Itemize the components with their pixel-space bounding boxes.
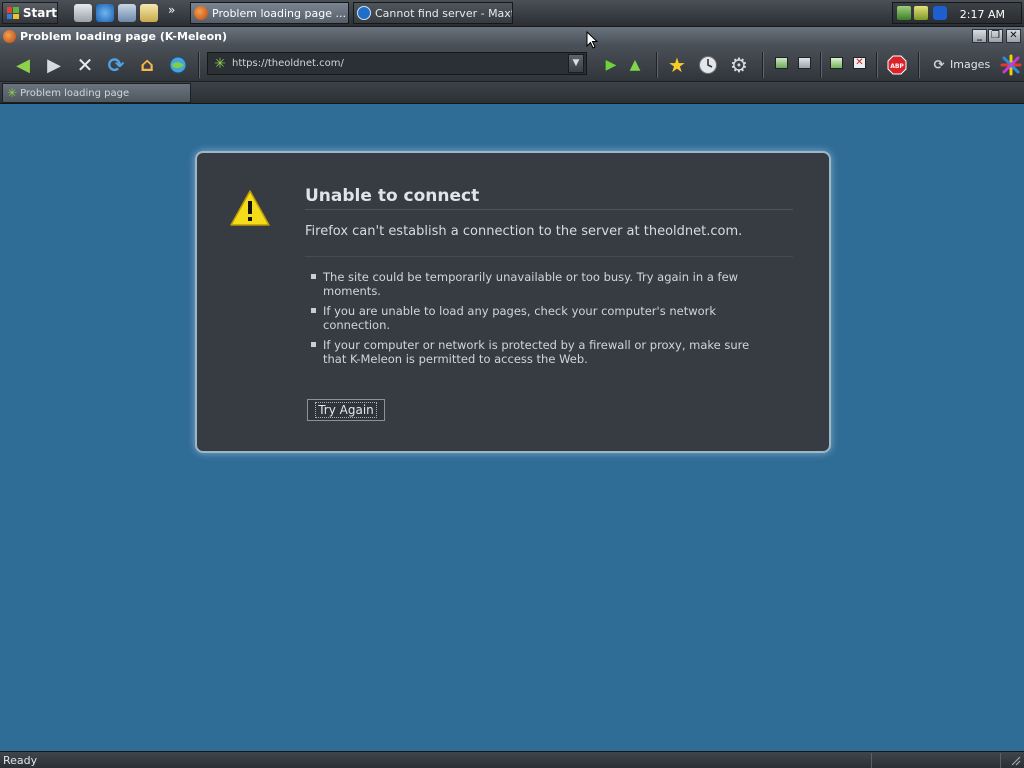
tab-bar: ✳ Problem loading page [0, 82, 1024, 104]
error-title: Unable to connect [305, 186, 480, 206]
suggestion-list: The site could be temporarily unavailabl… [311, 270, 771, 372]
go-icon[interactable]: ▶ [600, 54, 622, 76]
forward-icon[interactable]: ▶ [43, 54, 65, 76]
start-label: Start [22, 6, 57, 20]
page-loading-icon: ✳ [7, 86, 18, 100]
close-tab-icon[interactable]: ✕ [853, 57, 866, 69]
task-label: Cannot find server - Maxt... [375, 6, 513, 20]
kmeleon-icon [3, 30, 16, 43]
url-input[interactable] [232, 58, 568, 69]
network-icon[interactable] [897, 6, 911, 20]
tab-forward-icon[interactable] [798, 57, 811, 69]
start-button[interactable]: Start [2, 2, 58, 24]
window-titlebar: Problem loading page (K-Meleon) [0, 27, 1024, 46]
taskbar: Start » Problem loading page ... Cannot … [0, 0, 1024, 27]
reload-icon[interactable]: ⟳ [105, 53, 127, 77]
error-dialog: Unable to connect Firefox can't establis… [195, 151, 831, 453]
quicklaunch-chevron-icon[interactable]: » [168, 3, 175, 17]
divider [305, 256, 793, 257]
kmeleon-throbber-icon [1000, 54, 1022, 76]
status-separator [871, 753, 872, 768]
images-label[interactable]: Images [950, 58, 990, 71]
bookmarks-star-icon[interactable]: ★ [666, 53, 688, 77]
list-item: If your computer or network is protected… [311, 338, 771, 366]
search-icon[interactable] [140, 4, 158, 22]
outlook-express-icon[interactable] [118, 4, 136, 22]
try-again-label: Try Again [315, 402, 377, 418]
stop-icon[interactable]: ✕ [74, 53, 96, 77]
history-clock-icon[interactable] [697, 54, 719, 76]
status-separator [1000, 753, 1001, 768]
up-icon[interactable]: ▲ [624, 54, 646, 76]
home-icon[interactable]: ⌂ [136, 54, 158, 76]
svg-text:ABP: ABP [890, 63, 904, 70]
error-description: Firefox can't establish a connection to … [305, 224, 743, 239]
windows-logo-icon [7, 7, 19, 19]
adblock-abp-icon[interactable]: ABP [886, 54, 908, 76]
page-loading-icon: ✳ [214, 55, 226, 72]
task-label: Problem loading page ... [212, 6, 346, 20]
window-title: Problem loading page (K-Meleon) [20, 30, 228, 43]
show-desktop-icon[interactable] [74, 4, 92, 22]
new-tab-icon[interactable] [830, 57, 843, 69]
globe-icon[interactable] [167, 54, 189, 76]
url-dropdown-icon[interactable]: ▼ [568, 54, 584, 73]
maxthon-icon [357, 6, 371, 20]
tab-label: Problem loading page [20, 87, 130, 99]
restore-button[interactable]: ❐ [988, 29, 1003, 43]
resize-grip-icon[interactable] [1009, 754, 1021, 766]
system-tray: 2:17 AM [892, 2, 1022, 24]
mouse-cursor-icon [586, 31, 598, 49]
status-text: Ready [3, 754, 38, 767]
warning-icon [230, 190, 270, 226]
clock: 2:17 AM [959, 8, 1005, 21]
status-bar: Ready [0, 751, 1024, 768]
settings-gear-icon[interactable]: ⚙ [728, 53, 750, 77]
kmeleon-icon [194, 6, 208, 20]
minimize-button[interactable]: _ [972, 29, 987, 43]
volume-icon[interactable] [914, 6, 928, 20]
list-item: If you are unable to load any pages, che… [311, 304, 771, 332]
divider [305, 209, 793, 210]
try-again-button[interactable]: Try Again [307, 399, 385, 421]
task-button-maxthon[interactable]: Cannot find server - Maxt... [353, 2, 513, 24]
back-icon[interactable]: ◀ [12, 54, 34, 76]
page-content: Unable to connect Firefox can't establis… [0, 104, 1024, 751]
internet-explorer-icon[interactable] [96, 4, 114, 22]
list-item: The site could be temporarily unavailabl… [311, 270, 771, 298]
task-button-kmeleon[interactable]: Problem loading page ... [190, 2, 349, 24]
maxthon-tray-icon[interactable] [933, 6, 947, 20]
address-bar[interactable]: ✳ ▼ [207, 52, 587, 75]
close-button[interactable]: ✕ [1006, 29, 1021, 43]
tab-back-icon[interactable] [775, 57, 788, 69]
tab-problem-loading[interactable]: ✳ Problem loading page [2, 83, 191, 103]
images-toggle-icon[interactable]: ⟳ [928, 54, 950, 76]
